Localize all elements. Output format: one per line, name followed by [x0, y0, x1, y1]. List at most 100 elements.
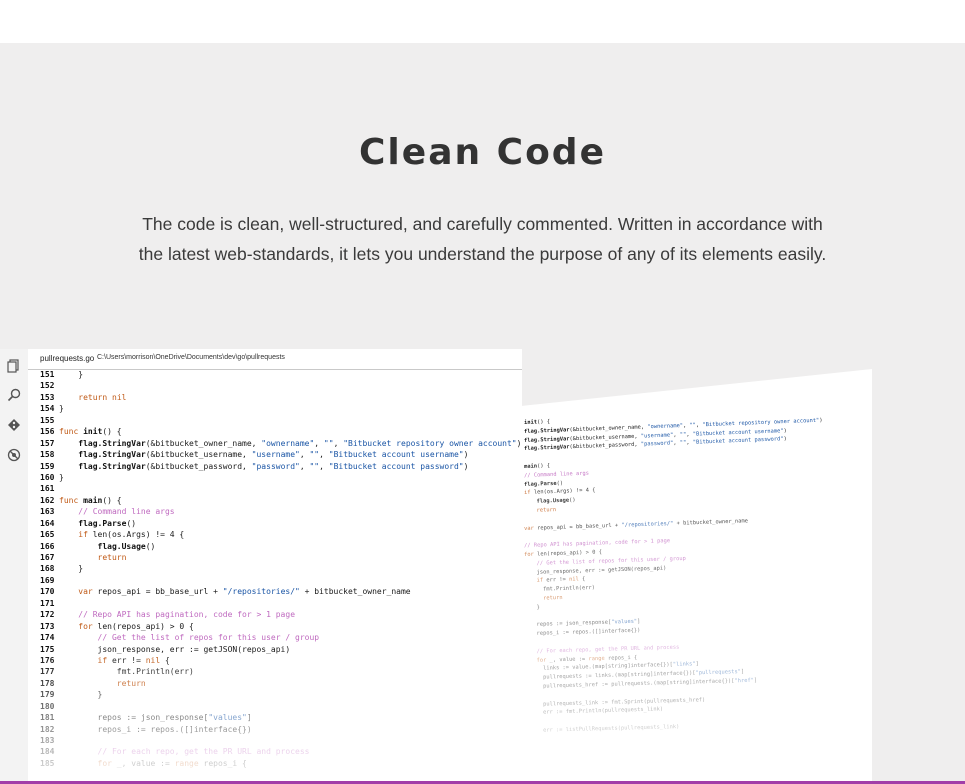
line-text: return: [116, 678, 146, 688]
line-text: if len(os.Args) != 4 {: [78, 530, 185, 540]
line-text: // Repo API has pagination, code for > 1…: [59, 610, 296, 620]
line-number: 161: [40, 484, 55, 494]
perspective-code-line: if err != nil {: [536, 576, 586, 585]
code-line: 158 flag.StringVar(&bitbucket_username, …: [28, 449, 522, 460]
tab-filename[interactable]: pullrequests.go: [40, 354, 94, 363]
line-text: if err != nil {: [97, 655, 170, 665]
code-line: 153 return nil: [28, 392, 522, 403]
editor-tab-bar[interactable]: pullrequests.go C:\Users\morrison\OneDri…: [28, 349, 522, 370]
line-text: // Command line args: [59, 507, 175, 517]
line-text: flag.StringVar(&bitbucket_password, "pas…: [78, 461, 469, 471]
line-text: func init() {: [59, 427, 122, 437]
code-line: 185 for _, value := range repos_i {: [28, 758, 522, 769]
code-line: 165 if len(os.Args) != 4 {: [28, 529, 522, 540]
editor-activity-bar: [0, 349, 28, 784]
code-line: 159 flag.StringVar(&bitbucket_password, …: [28, 461, 522, 472]
line-number: 169: [40, 575, 55, 585]
perspective-code-line: repos_i := repos.([]interface{}): [530, 627, 641, 638]
line-text: func main() {: [59, 495, 122, 505]
perspective-code-line: if len(os.Args) != 4 {: [524, 487, 596, 497]
code-line: 181 repos := json_response["values"]: [28, 712, 522, 723]
code-editor-screenshot: pullrequests.go C:\Users\morrison\OneDri…: [0, 349, 522, 784]
code-line: 182 repos_i := repos.([]interface{}): [28, 724, 522, 735]
code-line: 172 // Repo API has pagination, code for…: [28, 609, 522, 620]
line-text: // Get the list of repos for this user /…: [59, 633, 320, 643]
perspective-code-line: repos := json_response["values"]: [530, 619, 641, 629]
perspective-code-line: init() {: [524, 419, 551, 426]
code-line: 183: [28, 735, 522, 746]
line-text: flag.Parse(): [78, 518, 137, 528]
files-icon[interactable]: [6, 359, 22, 375]
line-text: flag.StringVar(&bitbucket_username, "use…: [78, 450, 469, 460]
code-line: 173 for len(repos_api) > 0 {: [28, 621, 522, 632]
top-navigation-bar: [0, 0, 965, 43]
perspective-code-line: var repos_api = bb_base_url + "/reposito…: [524, 517, 749, 532]
code-line: 155: [28, 415, 522, 426]
code-line: 174 // Get the list of repos for this us…: [28, 632, 522, 643]
perspective-code-line: for _, value := range repos_i {: [536, 654, 638, 664]
section-description: The code is clean, well-structured, and …: [138, 214, 827, 264]
code-line: 180: [28, 701, 522, 712]
line-number: 183: [40, 736, 55, 745]
code-line: 154}: [28, 403, 522, 414]
line-text: json_response, err := getJSON(repos_api): [59, 644, 291, 654]
perspective-code-line: json_response, err := getJSON(repos_api): [530, 565, 667, 576]
code-line: 168 }: [28, 563, 522, 574]
code-line: 170 var repos_api = bb_base_url + "/repo…: [28, 586, 522, 597]
code-line: 179 }: [28, 689, 522, 700]
line-text: }: [59, 690, 103, 700]
perspective-code-line: // Repo API has pagination, code for > 1…: [524, 538, 671, 550]
line-text: flag.StringVar(&bitbucket_owner_name, "o…: [78, 438, 522, 448]
code-line: 152: [28, 380, 522, 391]
perspective-code-line: // For each repo, get the PR URL and pro…: [530, 644, 680, 655]
code-line: 151 }: [28, 369, 522, 380]
code-area: 151 } 152 153 return nil 154} 155 156 func ini…: [28, 369, 522, 769]
code-line: 161: [28, 483, 522, 494]
code-line: 156 func init() {: [28, 426, 522, 437]
code-line: 178 return: [28, 678, 522, 689]
line-text: }: [59, 472, 64, 482]
code-line: 169: [28, 575, 522, 586]
section-title: Clean Code: [359, 132, 606, 173]
code-line: 166 flag.Usage(): [28, 541, 522, 552]
perspective-code-line: for len(repos_api) > 0 {: [524, 549, 603, 558]
perspective-code-line: flag.Parse(): [524, 480, 564, 488]
line-text: for len(repos_api) > 0 {: [78, 621, 194, 631]
line-number: 171: [40, 598, 55, 608]
line-text: }: [59, 404, 64, 414]
perspective-code-line: fmt.Println(err): [530, 585, 596, 594]
line-text: var repos_api = bb_base_url + "/reposito…: [78, 587, 411, 597]
perspective-code-line: main() {: [524, 463, 551, 470]
line-text: return: [97, 553, 127, 562]
line-text: fmt.Println(err): [59, 667, 194, 677]
code-line: 163 // Command line args: [28, 506, 522, 517]
line-text: }: [59, 564, 84, 574]
line-number: 155: [40, 415, 55, 425]
code-line: 160}: [28, 472, 522, 483]
line-number: 152: [40, 381, 55, 391]
line-number: 180: [40, 701, 55, 711]
perspective-code-line: }: [530, 604, 540, 611]
debug-icon[interactable]: [6, 448, 22, 464]
line-text: // For each repo, get the PR URL and pro…: [59, 747, 310, 757]
perspective-code-line: flag.Usage(): [536, 497, 576, 505]
code-line: 171: [28, 598, 522, 609]
line-text: repos := json_response["values"]: [59, 713, 252, 723]
code-line: 167 return: [28, 552, 522, 563]
code-line: 177 fmt.Println(err): [28, 666, 522, 677]
code-line: 162 func main() {: [28, 495, 522, 506]
code-line: 176 if err != nil {: [28, 655, 522, 666]
perspective-code-line: return: [536, 507, 557, 514]
search-icon[interactable]: [6, 388, 22, 404]
code-line: 175 json_response, err := getJSON(repos_…: [28, 644, 522, 655]
perspective-code-line: // Command line args: [524, 470, 590, 479]
perspective-code-line: return: [542, 594, 563, 602]
code-line: 157 flag.StringVar(&bitbucket_owner_name…: [28, 438, 522, 449]
line-text: repos_i := repos.([]interface{}): [59, 724, 252, 734]
code-line: 184 // For each repo, get the PR URL and…: [28, 746, 522, 757]
code-line: 164 flag.Parse(): [28, 518, 522, 529]
line-text: }: [59, 370, 84, 379]
tab-file-path: C:\Users\morrison\OneDrive\Documents\dev…: [97, 354, 285, 361]
line-text: return nil: [78, 392, 127, 402]
source-control-icon[interactable]: [6, 418, 22, 434]
